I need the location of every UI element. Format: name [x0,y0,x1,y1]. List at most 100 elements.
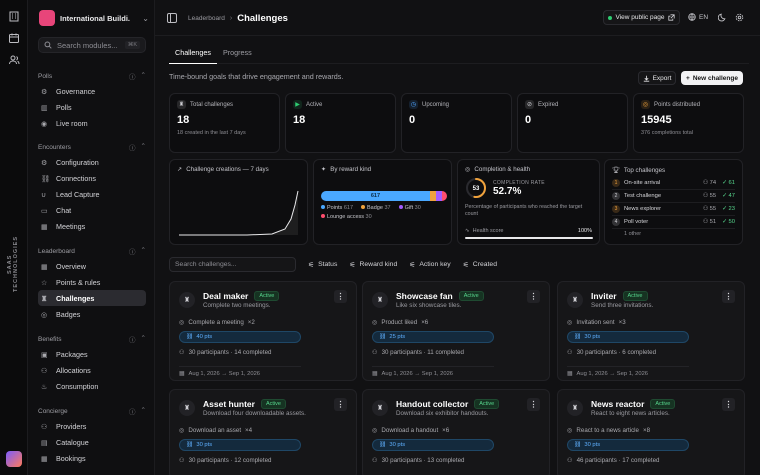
more-options-button[interactable]: ⋮ [527,290,540,303]
company-vertical-label: SAAS TECHNOLOGIES [7,236,19,293]
view-public-page-button[interactable]: View public page [603,10,680,25]
sidebar-item-packages[interactable]: ▣ Packages [38,346,146,362]
top-challenges-title: Top challenges [623,166,666,174]
building-icon[interactable] [8,10,20,22]
challenge-card[interactable]: ♜ Showcase fan Active Like six showcase til… [362,281,550,381]
more-options-button[interactable]: ⋮ [527,398,540,411]
sidebar-item-overview[interactable]: ▦ Overview [38,258,146,274]
top-challenge-row[interactable]: 2 Test challenge ⚇ 55 ✓ 47 [612,190,735,203]
sidebar-item-bookings[interactable]: ▦ Bookings [38,450,146,466]
sidebar-item-label: Points & rules [56,277,101,287]
status-badge: Active [650,399,676,409]
tab-progress[interactable]: Progress [217,44,258,64]
dates-text: Aug 1, 2026 → Sep 1, 2026 [576,371,649,377]
sidebar-item-polls[interactable]: ▥ Polls [38,99,146,115]
challenge-card[interactable]: ♜ Handout collector Active Download six exh… [362,389,550,475]
module-search-input[interactable]: Search modules... ⌘K [38,37,146,53]
topbar: Leaderboard › Challenges View public pag… [155,0,760,36]
sidebar-item-live-room[interactable]: ◉ Live room [38,115,146,131]
moon-icon[interactable] [718,13,727,22]
top-challenge-row[interactable]: 3 News explorer ⚇ 55 ✓ 23 [612,203,735,216]
sidebar-item-points-rules[interactable]: ☆ Points & rules [38,274,146,290]
sidebar-item-providers[interactable]: ⚇ Providers [38,418,146,434]
tab-challenges[interactable]: Challenges [169,44,217,64]
challenge-card[interactable]: ♜ News reactor Active React to eight news a… [557,389,745,475]
points-value: 25 pts [389,334,406,340]
sidebar-item-meetings[interactable]: ▦ Meetings [38,218,146,234]
tabs: Challenges Progress [169,44,749,64]
sidebar-group-polls: Polls ⓘ ⌃ ⚙ Governance ▥ Polls ◉ Live room [38,69,146,131]
more-options-button[interactable]: ⋮ [722,398,735,411]
help-icon[interactable]: ⓘ [129,71,136,81]
language-selector[interactable]: EN [688,13,708,21]
points-value: 40 pts [196,334,213,340]
top-challenge-row[interactable]: 1 On-site arrival ⚇ 74 ✓ 61 [612,177,735,190]
sidebar-item-governance[interactable]: ⚙ Governance [38,83,146,99]
stat-header: ⊘ Expired [525,100,620,109]
help-icon[interactable]: ⓘ [129,142,136,152]
challenge-card[interactable]: ♜ Asset hunter Active Download four downloa… [169,389,357,475]
calendar-icon[interactable] [8,32,20,44]
sidebar-group-benefits: Benefits ⓘ ⌃ ▣ Packages ⚇ Allocations ♨ Consumpt… [38,332,146,394]
breadcrumb-parent[interactable]: Leaderboard [188,15,225,22]
status-dot [608,15,613,20]
status-filter-button[interactable]: ⚟ Status [308,261,337,269]
chevron-up-icon[interactable]: ⌃ [141,334,146,344]
sidebar-item-catalogue[interactable]: ▤ Catalogue [38,434,146,450]
points-value: 30 pts [584,334,601,340]
chevron-up-icon[interactable]: ⌃ [141,71,146,81]
chevron-up-icon[interactable]: ⌃ [141,406,146,416]
sidebar-group-encounters: Encounters ⓘ ⌃ ⚙ Configuration ⛓ Connections ∪ L… [38,140,146,234]
users-icon[interactable] [8,54,20,66]
card-dates: ▦ Aug 1, 2026 → Sep 1, 2026 [372,366,494,377]
sidebar-item-allocations[interactable]: ⚇ Allocations [38,362,146,378]
search-placeholder: Search modules... [57,40,118,50]
stat-header: ♜ Total challenges [177,100,272,109]
action-key-filter-button[interactable]: ⚟ Action key [409,261,450,269]
legend-dot [361,205,366,209]
help-icon[interactable]: ⓘ [129,334,136,344]
challenge-card[interactable]: ♜ Inviter Active Send three invitations. ⋮ ◎ I… [557,281,745,381]
legend-dot [321,205,325,209]
sidebar-item-configuration[interactable]: ⚙ Configuration [38,154,146,170]
sidebar-item-chat[interactable]: ▭ Chat [38,202,146,218]
participants-text: 30 participants · 14 completed [188,349,272,356]
export-button[interactable]: Export [638,71,676,85]
more-options-button[interactable]: ⋮ [722,290,735,303]
org-logo [39,10,55,26]
avatar[interactable] [6,451,22,467]
health-score-track [465,237,593,240]
calendar-icon: ▦ [567,371,573,377]
users-icon: ⚇ [702,206,710,212]
sidebar-item-challenges[interactable]: ♜ Challenges [38,290,146,306]
sidebar-item-label: Providers [56,421,87,431]
chevron-up-icon[interactable]: ⌃ [141,142,146,152]
reward-kind-filter-button[interactable]: ⚟ Reward kind [349,261,397,269]
chevron-up-icon[interactable]: ⌃ [141,246,146,256]
created-filter-button[interactable]: ⚟ Created [463,261,497,269]
participants-value: 55 [709,206,717,212]
card-title: Inviter [591,290,617,301]
challenge-card[interactable]: ♜ Deal maker Active Complete two meetings. ⋮… [169,281,357,381]
help-icon[interactable]: ⓘ [129,406,136,416]
sidebar-toggle-icon[interactable] [167,13,177,23]
status-badge: Active [622,291,648,301]
legend-item-lounge-access: Lounge access 30 [321,214,372,220]
new-challenge-button[interactable]: + New challenge [681,71,743,85]
help-icon[interactable]: ⓘ [129,246,136,256]
more-options-button[interactable]: ⋮ [334,398,347,411]
challenge-search-input[interactable]: Search challenges... [169,257,296,272]
action-label: React to a news article [576,427,639,434]
sidebar-item-badges[interactable]: ◎ Badges [38,306,146,322]
sidebar-item-lead-capture[interactable]: ∪ Lead Capture [38,186,146,202]
org-switcher[interactable]: International Buildi... ⌄ [39,9,149,27]
more-options-button[interactable]: ⋮ [334,290,347,303]
breadcrumb: Leaderboard › Challenges [188,13,288,24]
participants-text: 46 participants · 17 completed [576,457,660,464]
sidebar-item-connections[interactable]: ⛓ Connections [38,170,146,186]
sidebar-item-label: Packages [56,349,88,359]
page-subtitle: Time-bound goals that drive engagement a… [169,72,344,81]
top-challenge-row[interactable]: 4 Poll voter ⚇ 51 ✓ 50 [612,216,735,229]
settings-icon[interactable] [735,13,744,22]
sidebar-item-consumption[interactable]: ♨ Consumption [38,378,146,394]
